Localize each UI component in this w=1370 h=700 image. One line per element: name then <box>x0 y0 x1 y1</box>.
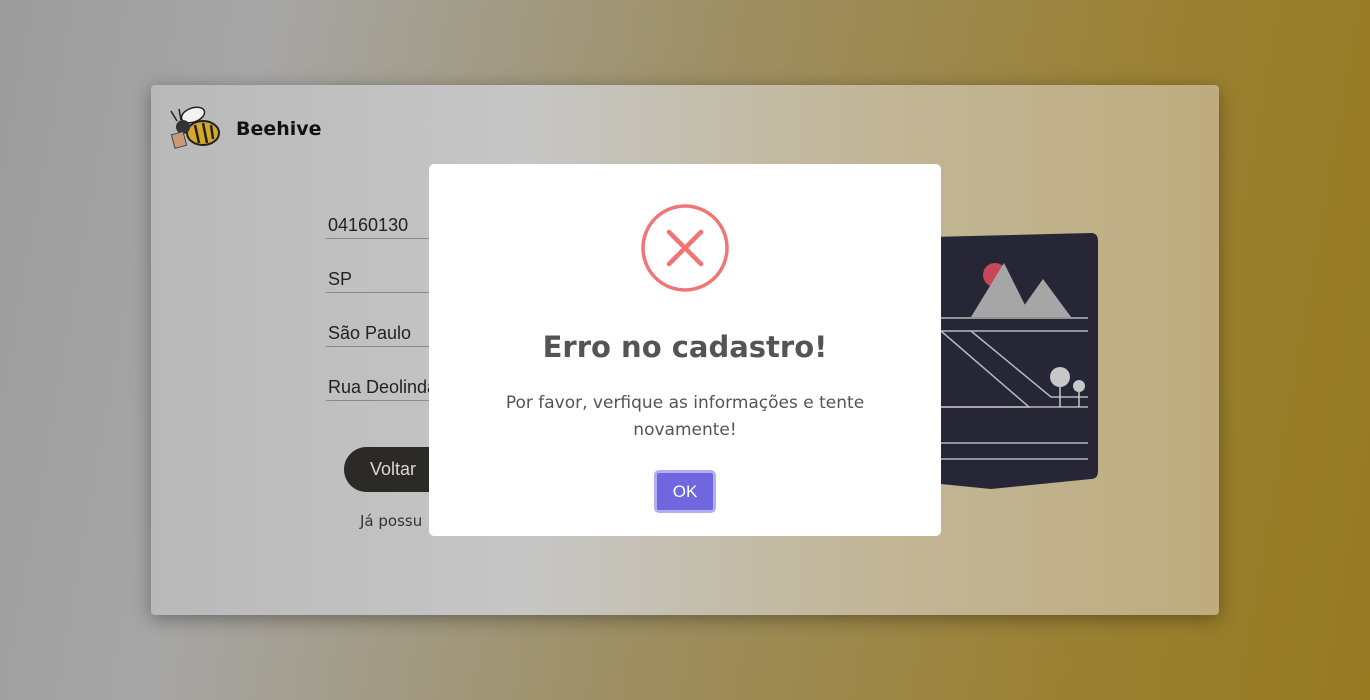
dialog-title: Erro no cadastro! <box>542 330 828 364</box>
error-dialog: Erro no cadastro! Por favor, verfique as… <box>429 164 941 536</box>
error-x-icon <box>641 204 729 292</box>
dialog-message: Por favor, verfique as informações e ten… <box>505 393 865 440</box>
ok-button[interactable]: OK <box>654 470 716 513</box>
